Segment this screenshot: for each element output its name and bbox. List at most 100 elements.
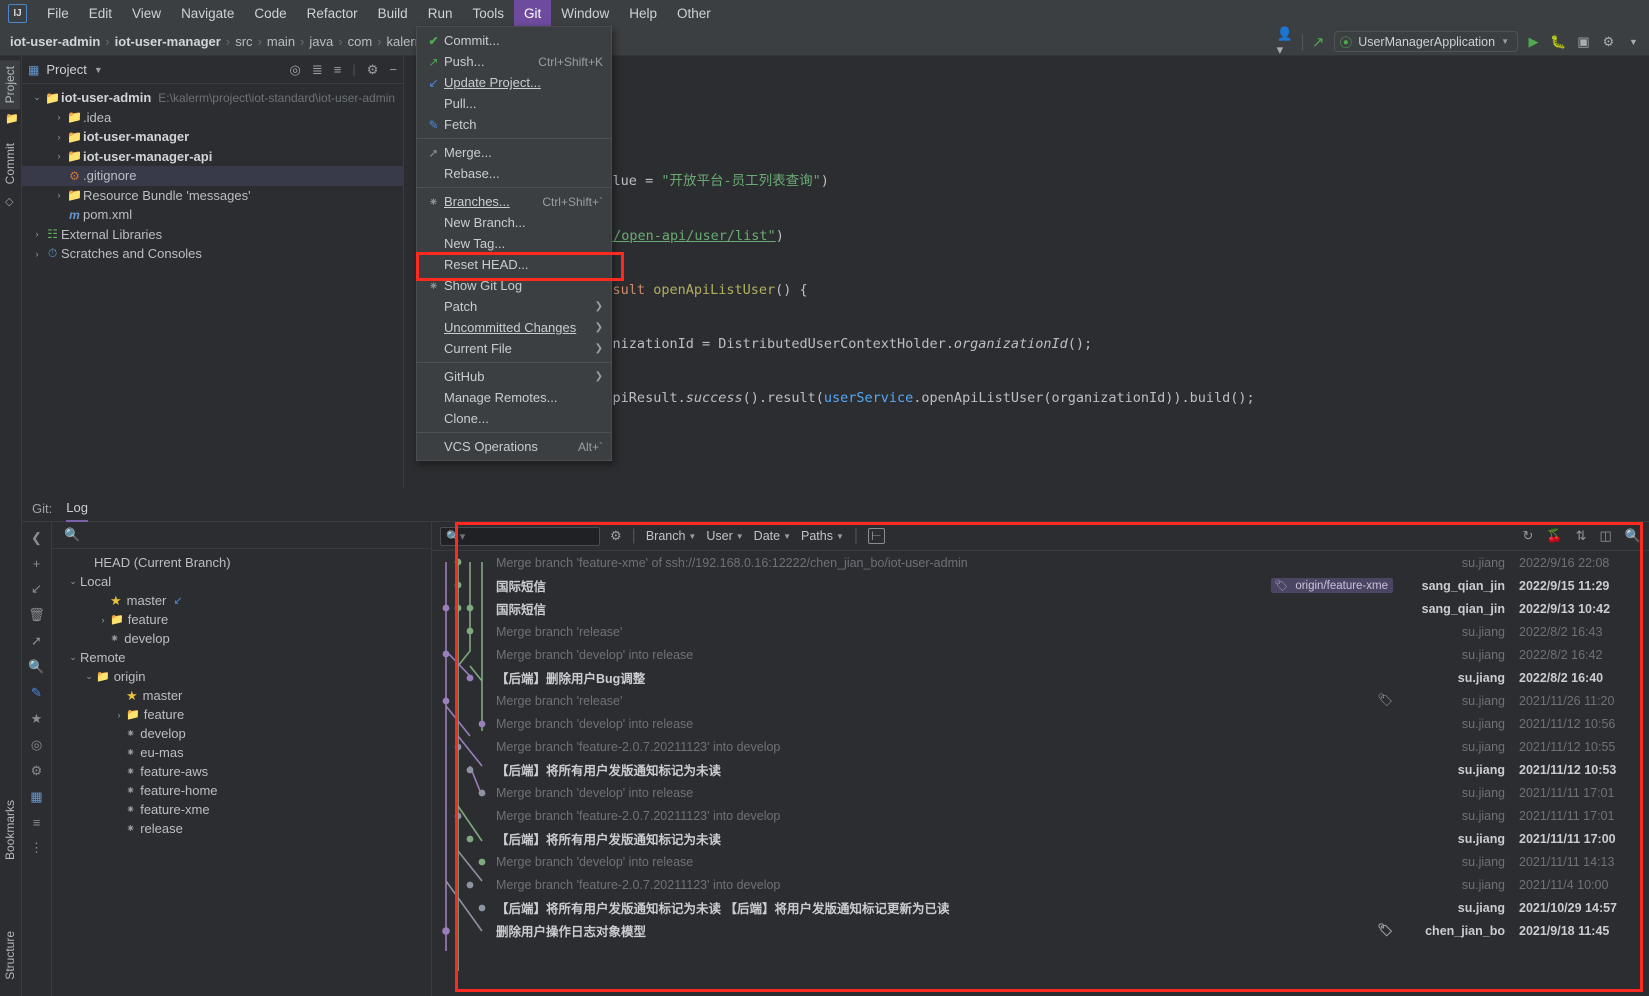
commit-row[interactable]: 【后端】将所有用户发版通知标记为未读 su.jiang 2021/11/11 1… bbox=[432, 827, 1649, 850]
branch-search-field[interactable]: 🔍 bbox=[52, 522, 431, 549]
menu-tools[interactable]: Tools bbox=[462, 0, 514, 27]
menu-edit[interactable]: Edit bbox=[79, 0, 122, 27]
tool-tab-commit[interactable]: Commit bbox=[0, 137, 20, 190]
menu-run[interactable]: Run bbox=[418, 0, 463, 27]
breadcrumb-item-5[interactable]: com bbox=[344, 34, 377, 49]
branch-node-origin-release[interactable]: ⁕ release bbox=[52, 819, 431, 838]
collapse-icon[interactable]: ❮ bbox=[31, 530, 42, 546]
git-menu-item-github[interactable]: GitHub ❯ bbox=[417, 366, 611, 387]
branch-node-origin[interactable]: ⌄ 📁 origin bbox=[52, 667, 431, 686]
tree-node-scratches[interactable]: › ⏱ Scratches and Consoles bbox=[22, 244, 403, 264]
tree-node-iot-user-manager-api[interactable]: › 📁 iot-user-manager-api bbox=[22, 147, 403, 167]
chevron-right-icon[interactable]: › bbox=[52, 151, 66, 161]
tree-node-iot-user-admin[interactable]: ⌄ 📁 iot-user-admin E:\kalerm\project\iot… bbox=[22, 88, 403, 108]
git-menu-item-show-git-log[interactable]: ⁕ Show Git Log bbox=[417, 275, 611, 296]
branch-node-origin-develop[interactable]: ⁕ develop bbox=[52, 724, 431, 743]
run-configuration-selector[interactable]: ⦿ UserManagerApplication ▼ bbox=[1333, 31, 1518, 52]
commit-row[interactable]: 【后端】将所有用户发版通知标记为未读 su.jiang 2021/11/12 1… bbox=[432, 758, 1649, 781]
commit-row[interactable]: Merge branch 'release' 🏷 su.jiang 2021/1… bbox=[432, 689, 1649, 712]
git-menu-item-vcs-operations[interactable]: VCS Operations Alt+` bbox=[417, 436, 611, 457]
chevron-down-icon[interactable]: ⌄ bbox=[82, 671, 96, 682]
diff-icon[interactable]: ⇅ bbox=[1576, 528, 1587, 544]
breadcrumb-item-2[interactable]: src bbox=[231, 34, 256, 49]
git-menu-item-commit[interactable]: ✔ Commit... bbox=[417, 30, 611, 51]
menu-refactor[interactable]: Refactor bbox=[297, 0, 368, 27]
breadcrumb-item-3[interactable]: main bbox=[263, 34, 299, 49]
branch-node-local[interactable]: ⌄ Local bbox=[52, 572, 431, 591]
search-icon[interactable]: 🔍 bbox=[28, 659, 44, 675]
chevron-down-icon[interactable]: ⌄ bbox=[66, 576, 80, 587]
menu-file[interactable]: File bbox=[37, 0, 79, 27]
branch-node-origin-master[interactable]: ★ master bbox=[52, 686, 431, 705]
breadcrumb-item-4[interactable]: java bbox=[305, 34, 337, 49]
git-menu-item-merge[interactable]: ➚ Merge... bbox=[417, 142, 611, 163]
tree-node-resource-bundle[interactable]: › 📁 Resource Bundle 'messages' bbox=[22, 186, 403, 206]
commit-row[interactable]: 【后端】删除用户Bug调整 su.jiang 2022/8/2 16:40 bbox=[432, 666, 1649, 689]
tab-log[interactable]: Log bbox=[66, 495, 88, 522]
git-menu-item-uncommitted-changes[interactable]: Uncommitted Changes ❯ bbox=[417, 317, 611, 338]
branch-node-origin-feature-folder[interactable]: › 📁 feature bbox=[52, 705, 431, 724]
git-menu-item-manage-remotes[interactable]: Manage Remotes... bbox=[417, 387, 611, 408]
menu-window[interactable]: Window bbox=[551, 0, 619, 27]
git-menu-item-fetch[interactable]: ✎ Fetch bbox=[417, 114, 611, 135]
cherry-pick-icon[interactable]: 🍒 bbox=[1546, 528, 1562, 544]
expand-all-icon[interactable]: ≣ bbox=[312, 62, 323, 78]
chevron-right-icon[interactable]: › bbox=[52, 190, 66, 200]
commit-row[interactable]: 国际短信 🏷 origin/feature-xme sang_qian_jin … bbox=[432, 574, 1649, 597]
breadcrumb-item-0[interactable]: iot-user-admin bbox=[6, 34, 104, 49]
filter-date[interactable]: Date ▼ bbox=[754, 529, 791, 543]
git-menu-item-new-tag[interactable]: New Tag... bbox=[417, 233, 611, 254]
chevron-down-icon[interactable]: ▼ bbox=[94, 65, 103, 75]
commit-row[interactable]: Merge branch 'develop' into release su.j… bbox=[432, 781, 1649, 804]
git-menu-item-current-file[interactable]: Current File ❯ bbox=[417, 338, 611, 359]
log-search-input[interactable]: 🔍▾ bbox=[440, 526, 600, 546]
branch-ref-badge[interactable]: 🏷 origin/feature-xme bbox=[1271, 578, 1393, 593]
settings-gear-icon[interactable]: ⚙ bbox=[367, 62, 379, 78]
filter-paths[interactable]: Paths ▼ bbox=[801, 529, 844, 543]
chevron-right-icon[interactable]: › bbox=[96, 615, 110, 625]
update-arrow-icon[interactable]: ↗ bbox=[1309, 32, 1328, 51]
breadcrumb-item-1[interactable]: iot-user-manager bbox=[111, 34, 225, 49]
more-chevron-icon[interactable]: ▼ bbox=[1624, 32, 1643, 51]
commit-row[interactable]: 国际短信 sang_qian_jin 2022/9/13 10:42 bbox=[432, 597, 1649, 620]
commit-row[interactable]: Merge branch 'feature-2.0.7.20211123' in… bbox=[432, 873, 1649, 896]
tree-node-gitignore[interactable]: ⚙ .gitignore bbox=[22, 166, 403, 186]
chevron-right-icon[interactable]: › bbox=[30, 229, 44, 239]
coverage-icon[interactable]: ▣ bbox=[1574, 32, 1593, 51]
rebase-icon[interactable]: ➚ bbox=[31, 633, 42, 649]
branch-node-origin-feature-aws[interactable]: ⁕ feature-aws bbox=[52, 762, 431, 781]
git-menu-item-branches[interactable]: ⁕ Branches... Ctrl+Shift+` bbox=[417, 191, 611, 212]
menu-build[interactable]: Build bbox=[368, 0, 418, 27]
branch-node-origin-feature-xme[interactable]: ⁕ feature-xme bbox=[52, 800, 431, 819]
commit-row[interactable]: Merge branch 'develop' into release su.j… bbox=[432, 643, 1649, 666]
settings-gear-icon[interactable]: ⚙ bbox=[31, 763, 43, 779]
update-arrow-icon[interactable]: ↙ bbox=[31, 581, 42, 597]
locate-icon[interactable]: ◎ bbox=[290, 62, 301, 78]
refresh-icon[interactable]: ↻ bbox=[1523, 528, 1534, 544]
tree-node-external-libraries[interactable]: › ☷ External Libraries bbox=[22, 225, 403, 245]
collapse-all-icon[interactable]: ≡ bbox=[334, 62, 342, 77]
git-menu-item-new-branch[interactable]: New Branch... bbox=[417, 212, 611, 233]
tool-tab-structure[interactable]: Structure bbox=[0, 925, 20, 986]
profile-icon[interactable]: ⚙ bbox=[1599, 32, 1618, 51]
git-menu-item-pull[interactable]: Pull... bbox=[417, 93, 611, 114]
git-menu-item-push[interactable]: ↗ Push... Ctrl+Shift+K bbox=[417, 51, 611, 72]
commit-row[interactable]: Merge branch 'feature-xme' of ssh://192.… bbox=[432, 551, 1649, 574]
user-icon[interactable]: 👤▾ bbox=[1277, 26, 1296, 57]
menu-help[interactable]: Help bbox=[619, 0, 667, 27]
commit-row[interactable]: 删除用户操作日志对象模型 🏷 chen_jian_bo 2021/9/18 11… bbox=[432, 919, 1649, 942]
favorite-star-icon[interactable]: ★ bbox=[31, 711, 43, 727]
tool-tab-bookmarks[interactable]: Bookmarks bbox=[0, 794, 20, 866]
branch-node-local-feature-folder[interactable]: › 📁 feature bbox=[52, 610, 431, 629]
more-icon[interactable]: ⋮ bbox=[30, 840, 43, 856]
chevron-down-icon[interactable]: ⌄ bbox=[30, 92, 44, 103]
tree-node-idea[interactable]: › 📁 .idea bbox=[22, 108, 403, 128]
menu-other[interactable]: Other bbox=[667, 0, 721, 27]
search-icon[interactable]: 🔍 bbox=[1625, 528, 1641, 544]
branch-node-local-develop[interactable]: ⁕ develop bbox=[52, 629, 431, 648]
commit-row[interactable]: Merge branch 'feature-2.0.7.20211123' in… bbox=[432, 735, 1649, 758]
menu-git[interactable]: Git bbox=[513, 0, 552, 27]
filter-user[interactable]: User ▼ bbox=[706, 529, 743, 543]
git-menu-item-clone[interactable]: Clone... bbox=[417, 408, 611, 429]
chevron-down-icon[interactable]: ⌄ bbox=[66, 652, 80, 663]
